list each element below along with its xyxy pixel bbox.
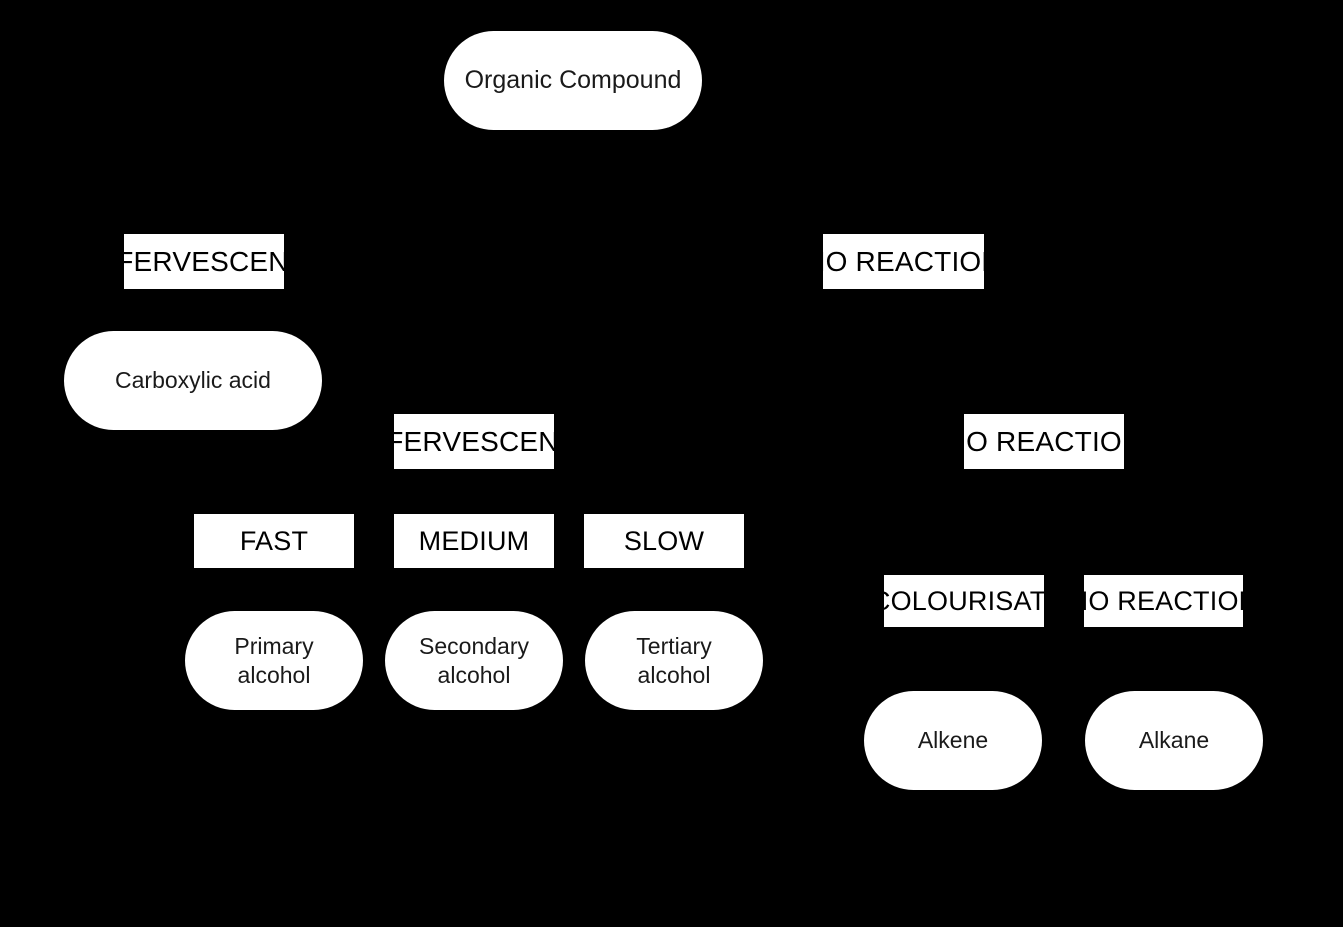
node-organic-compound[interactable]: Organic Compound — [444, 31, 702, 130]
condition-no-reaction-level1: NO REACTION — [823, 234, 984, 289]
node-alkene[interactable]: Alkene — [864, 691, 1042, 790]
condition-effervescence-level2: EFFERVESCENCE — [394, 414, 554, 469]
rate-medium-label: MEDIUM — [418, 525, 530, 556]
condition-decolourisation-label: DECOLOURISATION — [884, 585, 1044, 616]
rate-slow: SLOW — [584, 514, 744, 568]
node-tertiary-alcohol[interactable]: Tertiary alcohol — [585, 611, 763, 710]
node-primary-alcohol[interactable]: Primary alcohol — [185, 611, 363, 710]
condition-no-reaction-level3: NO REACTION — [1084, 575, 1243, 627]
rate-slow-label: SLOW — [623, 525, 705, 556]
node-secondary-alcohol-label-line2: alcohol — [437, 661, 511, 688]
node-carboxylic-acid-label: Carboxylic acid — [115, 367, 271, 394]
node-secondary-alcohol-label-line1: Secondary — [419, 632, 529, 659]
node-carboxylic-acid[interactable]: Carboxylic acid — [64, 331, 322, 430]
condition-no-reaction-level1-label: NO REACTION — [823, 245, 984, 277]
rate-fast-label: FAST — [239, 525, 309, 556]
condition-effervescence-level1: EFFERVESCENCE — [124, 234, 284, 289]
flowchart-canvas: Organic Compound EFFERVESCENCE NO REACTI… — [0, 0, 1343, 927]
rate-medium: MEDIUM — [394, 514, 554, 568]
node-primary-alcohol-label-line1: Primary — [234, 632, 314, 659]
condition-decolourisation: DECOLOURISATION — [884, 575, 1044, 627]
node-organic-compound-label: Organic Compound — [464, 65, 682, 94]
condition-effervescence-level2-label: EFFERVESCENCE — [394, 425, 554, 457]
node-alkane[interactable]: Alkane — [1085, 691, 1263, 790]
node-alkane-label: Alkane — [1138, 727, 1210, 754]
condition-effervescence-level1-label: EFFERVESCENCE — [124, 245, 284, 277]
node-alkene-label: Alkene — [917, 727, 989, 754]
condition-no-reaction-level2: NO REACTION — [964, 414, 1124, 469]
node-tertiary-alcohol-label-line1: Tertiary — [636, 632, 712, 659]
rate-fast: FAST — [194, 514, 354, 568]
node-tertiary-alcohol-label-line2: alcohol — [637, 661, 711, 688]
node-primary-alcohol-label-line2: alcohol — [237, 661, 311, 688]
condition-no-reaction-level2-label: NO REACTION — [964, 425, 1124, 457]
node-secondary-alcohol[interactable]: Secondary alcohol — [385, 611, 563, 710]
condition-no-reaction-level3-label: NO REACTION — [1084, 585, 1243, 616]
